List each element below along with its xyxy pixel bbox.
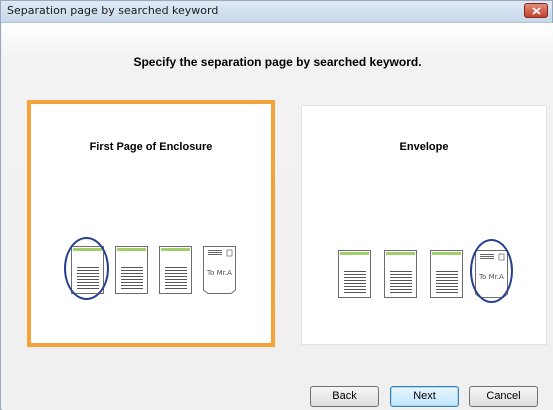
close-icon — [531, 6, 541, 15]
next-button[interactable]: Next — [390, 386, 459, 407]
cancel-button[interactable]: Cancel — [469, 386, 538, 407]
option-first-page-of-enclosure[interactable]: First Page of Enclosure To Mr.A — [27, 100, 275, 347]
document-page-icon — [115, 246, 148, 294]
highlight-ring — [64, 237, 109, 300]
document-page-icon — [384, 250, 417, 298]
back-button[interactable]: Back — [310, 386, 379, 407]
document-page-icon — [338, 250, 371, 298]
envelope-icon: To Mr.A — [203, 246, 236, 294]
highlight-ring — [470, 239, 513, 303]
option-envelope[interactable]: Envelope To Mr.A — [301, 105, 547, 345]
dialog-heading: Specify the separation page by searched … — [133, 55, 422, 69]
dialog-content: Specify the separation page by searched … — [2, 23, 553, 410]
close-button[interactable] — [524, 3, 548, 18]
envelope-address: To Mr.A — [207, 269, 232, 277]
document-page-icon — [159, 246, 192, 294]
option-label: Envelope — [399, 141, 449, 153]
title-bar[interactable]: Separation page by searched keyword — [1, 1, 552, 23]
dialog-window: Separation page by searched keyword Spec… — [0, 0, 553, 410]
option-label: First Page of Enclosure — [89, 141, 213, 153]
document-page-icon — [430, 250, 463, 298]
window-title: Separation page by searched keyword — [7, 4, 219, 17]
